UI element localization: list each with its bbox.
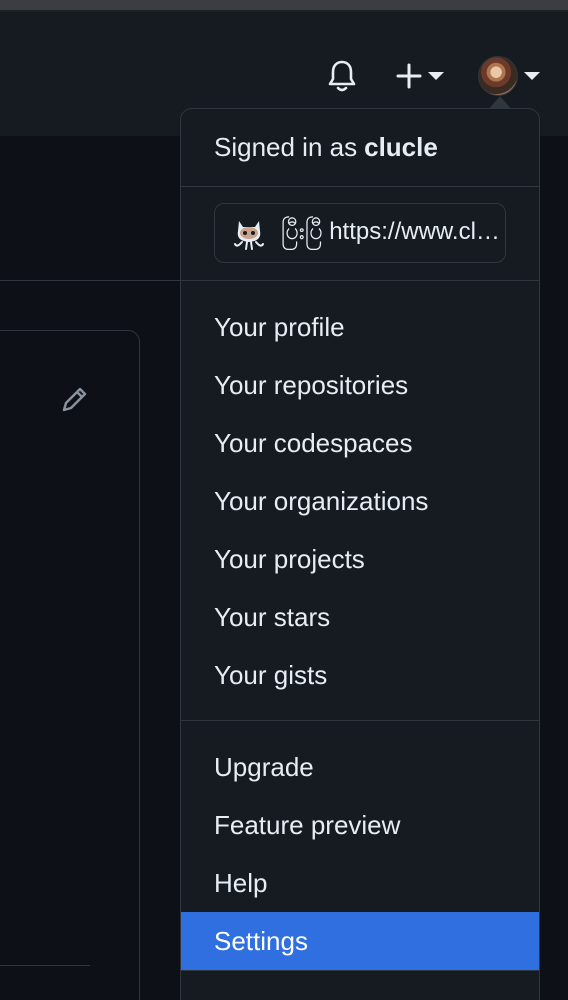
user-dropdown-menu: Signed in as clucle ပြီးပြီ https://www.…: [180, 108, 540, 1000]
chevron-down-icon: [428, 72, 444, 80]
menu-item-feature-preview[interactable]: Feature preview: [181, 796, 539, 854]
notifications-button[interactable]: [322, 56, 362, 96]
page: Signed in as clucle ပြီးပြီ https://www.…: [0, 0, 568, 1000]
edit-button[interactable]: [56, 382, 92, 418]
background-card: [0, 330, 140, 1000]
create-new-button[interactable]: [388, 56, 452, 96]
menu-item-upgrade[interactable]: Upgrade: [181, 738, 539, 796]
status-text: ပြီးပြီ https://www.clucle.kr: [281, 218, 501, 245]
chevron-down-icon: [524, 72, 540, 80]
avatar: [478, 56, 518, 96]
menu-item-help[interactable]: Help: [181, 854, 539, 912]
menu-item-settings[interactable]: Settings: [181, 912, 539, 970]
set-status-button[interactable]: ပြီးပြီ https://www.clucle.kr: [214, 203, 506, 263]
background-divider: [0, 965, 90, 966]
window-top-strip: [0, 0, 568, 12]
status-section: ပြီးပြီ https://www.clucle.kr: [181, 187, 539, 281]
signed-in-prefix: Signed in as: [214, 132, 358, 162]
plus-icon: [396, 63, 422, 89]
octocat-icon: [234, 221, 264, 250]
menu-item-your-organizations[interactable]: Your organizations: [181, 472, 539, 530]
signed-in-header: Signed in as clucle: [181, 109, 539, 187]
menu-item-your-gists[interactable]: Your gists: [181, 646, 539, 704]
menu-item-your-projects[interactable]: Your projects: [181, 530, 539, 588]
menu-item-your-profile[interactable]: Your profile: [181, 298, 539, 356]
menu-group-account: Your profile Your repositories Your code…: [181, 281, 539, 721]
user-menu-button[interactable]: [472, 54, 546, 98]
username: clucle: [364, 132, 438, 162]
menu-group-misc: Upgrade Feature preview Help Settings: [181, 721, 539, 971]
background-divider: [0, 280, 182, 281]
menu-item-your-repositories[interactable]: Your repositories: [181, 356, 539, 414]
bell-icon: [328, 60, 356, 92]
pencil-icon: [62, 387, 87, 412]
menu-item-your-codespaces[interactable]: Your codespaces: [181, 414, 539, 472]
menu-item-your-stars[interactable]: Your stars: [181, 588, 539, 646]
